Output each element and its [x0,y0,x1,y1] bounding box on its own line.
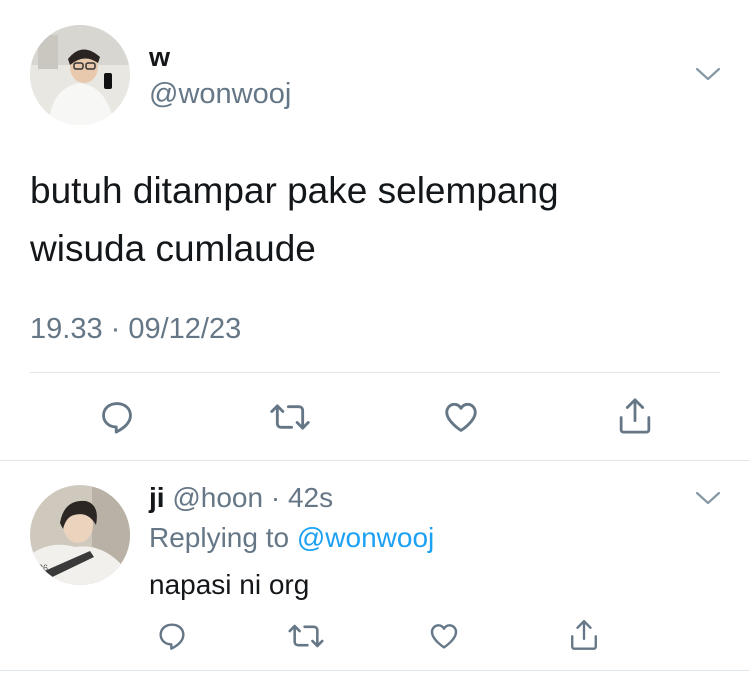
reply-author-handle[interactable]: @hoon [172,482,263,513]
reply-button[interactable] [96,396,138,438]
reply-icon [102,402,132,434]
heart-icon [430,624,458,649]
like-button[interactable] [440,396,482,438]
divider [0,670,750,671]
tweet-timestamp[interactable]: 19.33 · 09/12/23 [30,313,241,346]
tweet-text-line: wisuda cumlaude [30,228,316,269]
replying-to-link[interactable]: @wonwooj [297,522,434,553]
divider [30,372,720,373]
reply-author-avatar[interactable]: 36 [30,485,130,585]
reply-retweet-button[interactable] [286,618,326,654]
author-name[interactable]: w [149,42,170,73]
retweet-icon [288,624,324,648]
retweet-button[interactable] [268,396,312,438]
heart-icon [445,402,477,432]
svg-text:36: 36 [38,563,48,573]
tweet-text: butuh ditampar pake selempang wisuda cum… [30,162,670,278]
separator-dot: · [270,482,281,513]
reply-icon [159,623,185,650]
chevron-down-icon[interactable] [694,488,722,508]
retweet-icon [270,404,310,430]
share-icon [571,620,597,650]
divider [0,460,750,461]
share-icon [619,398,651,434]
replying-to-line: Replying to @wonwooj [149,522,434,554]
reply-author-name[interactable]: ji [149,482,165,513]
reply-reply-button[interactable] [154,618,190,654]
reply-text: napasi ni org [149,569,310,600]
author-avatar[interactable] [30,25,130,125]
share-button[interactable] [614,394,656,438]
reply-share-button[interactable] [566,616,602,654]
reply-like-button[interactable] [426,618,462,654]
reply-header: ji @hoon · 42s [149,482,333,514]
author-handle[interactable]: @wonwooj [149,78,291,111]
reply-time[interactable]: 42s [288,482,333,513]
chevron-down-icon[interactable] [694,64,722,84]
tweet-text-line: butuh ditampar pake selempang [30,170,559,211]
replying-to-label: Replying to [149,522,290,553]
